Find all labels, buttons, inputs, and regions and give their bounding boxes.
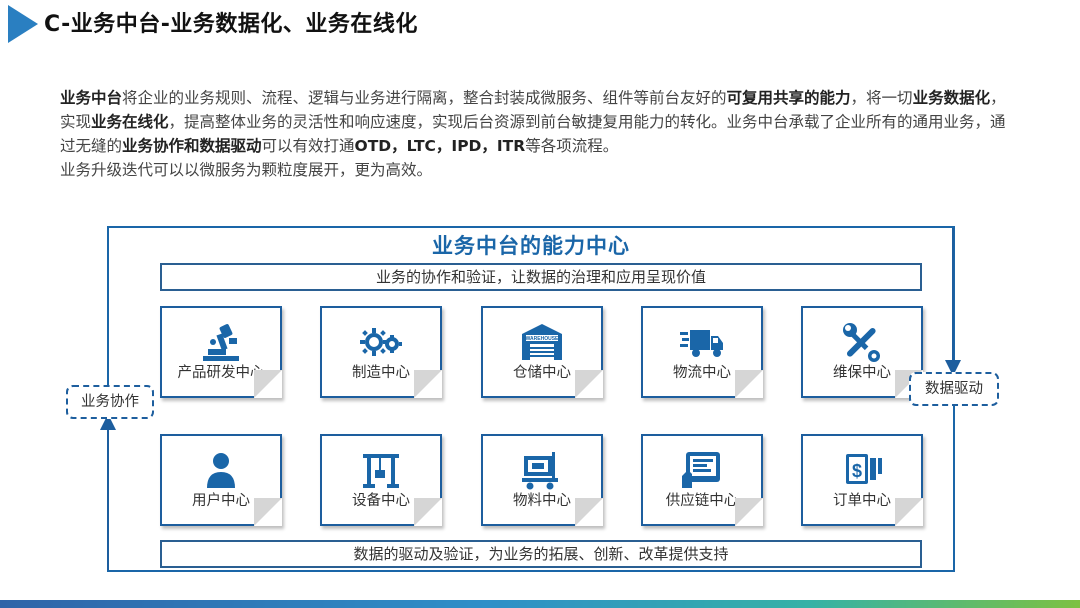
card-label: 物流中心 [673,365,731,381]
intro-bold-text: 业务在线化 [91,113,169,131]
diagram-title: 业务中台的能力中心 [432,234,630,258]
bottom-gradient-bar [0,600,1080,608]
dollar-doc-icon: $ [846,454,882,484]
truck-icon [680,330,723,357]
intro-text: ，将一切 [850,89,913,107]
card-label: 订单中心 [833,493,891,509]
card-label: 物料中心 [513,493,571,509]
card-logistics[interactable]: 物流中心 [641,306,763,398]
card-supply-chain[interactable]: 供应链中心 [641,434,763,526]
card-manufacturing[interactable]: 制造中心 [320,306,442,398]
intro-bold-text: OTD，LTC，IPD，ITR [354,137,526,155]
svg-text:$: $ [852,461,862,481]
gears-icon [360,328,402,356]
intro-text-2: 业务升级迭代可以以微服务为颗粒度展开，更为高效。 [60,161,433,179]
card-label: 维保中心 [833,365,891,381]
warehouse-icon: WAREHOUSE [522,324,562,360]
bottom-banner: 数据的驱动及验证，为业务的拓展、创新、改革提供支持 [160,540,922,568]
intro-bold-text: 可复用共享的能力 [726,89,851,107]
title-bar: C-业务中台-业务数据化、业务在线化 [0,0,1080,44]
intro-bold-text: 业务中台 [60,89,123,107]
chevron-right-icon [8,5,38,43]
tablet-icon [682,452,720,488]
card-label: 产品研发中心 [177,365,265,381]
card-maintenance[interactable]: 维保中心 [801,306,923,398]
intro-bold-text: 业务数据化 [912,89,991,107]
intro-paragraph: 业务中台将企业的业务规则、流程、逻辑与业务进行隔离，整合封装成微服务、组件等前台… [60,86,1020,182]
warehouse-sign: WAREHOUSE [526,336,559,342]
top-banner: 业务的协作和验证，让数据的治理和应用呈现价值 [160,263,922,291]
intro-bold-text: 业务协作和数据驱动 [122,137,262,155]
card-product-rd[interactable]: 产品研发中心 [160,306,282,398]
intro-text-1: 业务中台将企业的业务规则、流程、逻辑与业务进行隔离，整合封装成微服务、组件等前台… [60,86,1020,158]
crane-icon [363,454,399,488]
card-equipment[interactable]: 设备中心 [320,434,442,526]
page-title: C-业务中台-业务数据化、业务在线化 [44,12,418,37]
card-user[interactable]: 用户中心 [160,434,282,526]
card-warehouse[interactable]: WAREHOUSE 仓储中心 [481,306,603,398]
wrench-screwdriver-icon [843,323,880,362]
intro-text: 将企业的业务规则、流程、逻辑与业务进行隔离，整合封装成微服务、组件等前台友好的 [122,89,727,107]
collaboration-label: 业务协作 [66,385,154,419]
user-icon [207,453,235,488]
card-material[interactable]: 物料中心 [481,434,603,526]
intro-text: 可以有效打通 [261,137,355,155]
card-order[interactable]: $ 订单中心 [801,434,923,526]
card-label: 设备中心 [352,493,410,509]
microscope-icon [203,324,239,361]
card-label: 用户中心 [192,493,250,509]
card-label: 供应链中心 [665,493,739,509]
card-label: 制造中心 [352,365,410,381]
card-label: 仓储中心 [513,365,571,381]
cart-icon [522,452,558,490]
intro-text: 等各项流程。 [525,137,619,155]
data-driven-label: 数据驱动 [909,372,999,406]
